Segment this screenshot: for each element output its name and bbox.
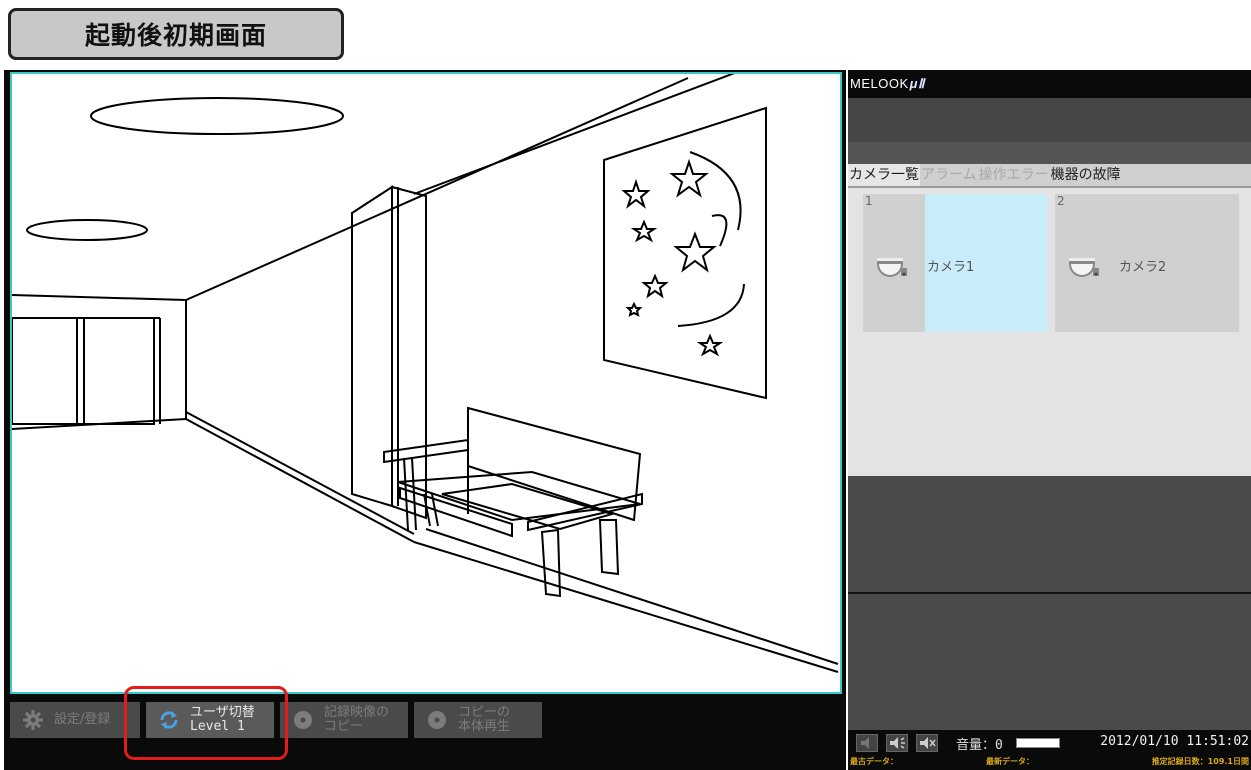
camera-view[interactable] <box>10 72 842 694</box>
copy-playback-line2: 本体再生 <box>458 719 511 734</box>
tab-device-failure[interactable]: 機器の故障 <box>1050 164 1122 186</box>
status-bar: 音量：0 2012/01/10 11:51:02 最古データ： 最新データ： 推… <box>848 730 1251 770</box>
logo-text: MELOOK <box>850 76 909 91</box>
camera-image <box>12 74 839 673</box>
settings-label: 設定/登録 <box>54 712 111 727</box>
record-copy-button[interactable]: 記録映像の コピー <box>280 702 408 738</box>
mute-icon <box>920 737 936 749</box>
newest-data: 最新データ： <box>986 757 1034 766</box>
logo-bar: MELOOKμⅡ <box>848 70 1251 98</box>
camera-card-2[interactable]: 2 カメラ2 <box>1055 194 1239 332</box>
volume-slider[interactable] <box>1016 738 1060 748</box>
speaker-off-button[interactable] <box>856 734 878 752</box>
speaker-volume-icon <box>890 737 905 749</box>
tab-camera-list[interactable]: カメラ一覧 <box>848 164 920 186</box>
datetime: 2012/01/10 11:51:02 <box>1100 734 1249 749</box>
gear-icon <box>23 710 43 730</box>
record-copy-line1: 記録映像の <box>324 705 390 720</box>
camera-list: 1 カメラ1 2 カメラ2 <box>848 186 1251 476</box>
disc-icon <box>428 711 446 729</box>
dome-camera-icon <box>877 258 907 277</box>
volume-value: 0 <box>995 738 1003 753</box>
camera-card-1[interactable]: 1 カメラ1 <box>863 194 1047 332</box>
right-panel: MELOOKμⅡ カメラ一覧 アラーム 操作エラー 機器の故障 1 カメラ1 2… <box>848 70 1251 770</box>
viewer-frame <box>4 70 846 698</box>
camera-name: カメラ2 <box>1119 260 1167 275</box>
status-panel-1 <box>848 476 1251 594</box>
copy-playback-button[interactable]: コピーの 本体再生 <box>414 702 542 738</box>
speaker-icon <box>861 737 869 749</box>
tab-bar: カメラ一覧 アラーム 操作エラー 機器の故障 <box>848 164 1251 186</box>
logo-mu: μⅡ <box>909 76 925 91</box>
record-copy-line2: コピー <box>324 719 364 734</box>
camera-number: 2 <box>1057 194 1065 208</box>
camera-number: 1 <box>865 194 873 208</box>
settings-button[interactable]: 設定/登録 <box>10 702 140 738</box>
copy-disc-icon <box>294 711 312 729</box>
estimated-record-days: 推定記録日数：109.1日間 <box>1151 757 1249 766</box>
dome-camera-icon <box>1069 258 1099 277</box>
camera-name: カメラ1 <box>927 260 975 275</box>
highlight-box <box>124 686 288 760</box>
page: 起動後初期画面 設定/登録 ユーザ切替 Level 1 記録映像の コピー コピ… <box>0 0 1251 770</box>
volume-label-text: 音量： <box>956 738 996 753</box>
oldest-data: 最古データ： <box>850 757 898 766</box>
record-copy-text: 記録映像の コピー <box>324 706 389 734</box>
tab-alarm[interactable]: アラーム <box>920 164 978 186</box>
info-bar <box>848 98 1251 142</box>
info-bar-2 <box>848 142 1251 164</box>
volume-label: 音量：0 <box>956 734 1003 753</box>
page-title: 起動後初期画面 <box>8 8 344 60</box>
logo: MELOOKμⅡ <box>850 76 925 92</box>
mute-button[interactable] <box>916 734 938 752</box>
copy-playback-text: コピーの 本体再生 <box>458 706 510 734</box>
tab-operation-error[interactable]: 操作エラー <box>978 164 1050 186</box>
speaker-on-button[interactable] <box>886 734 908 752</box>
status-panel-2 <box>848 594 1251 730</box>
copy-playback-line1: コピーの <box>458 705 511 720</box>
